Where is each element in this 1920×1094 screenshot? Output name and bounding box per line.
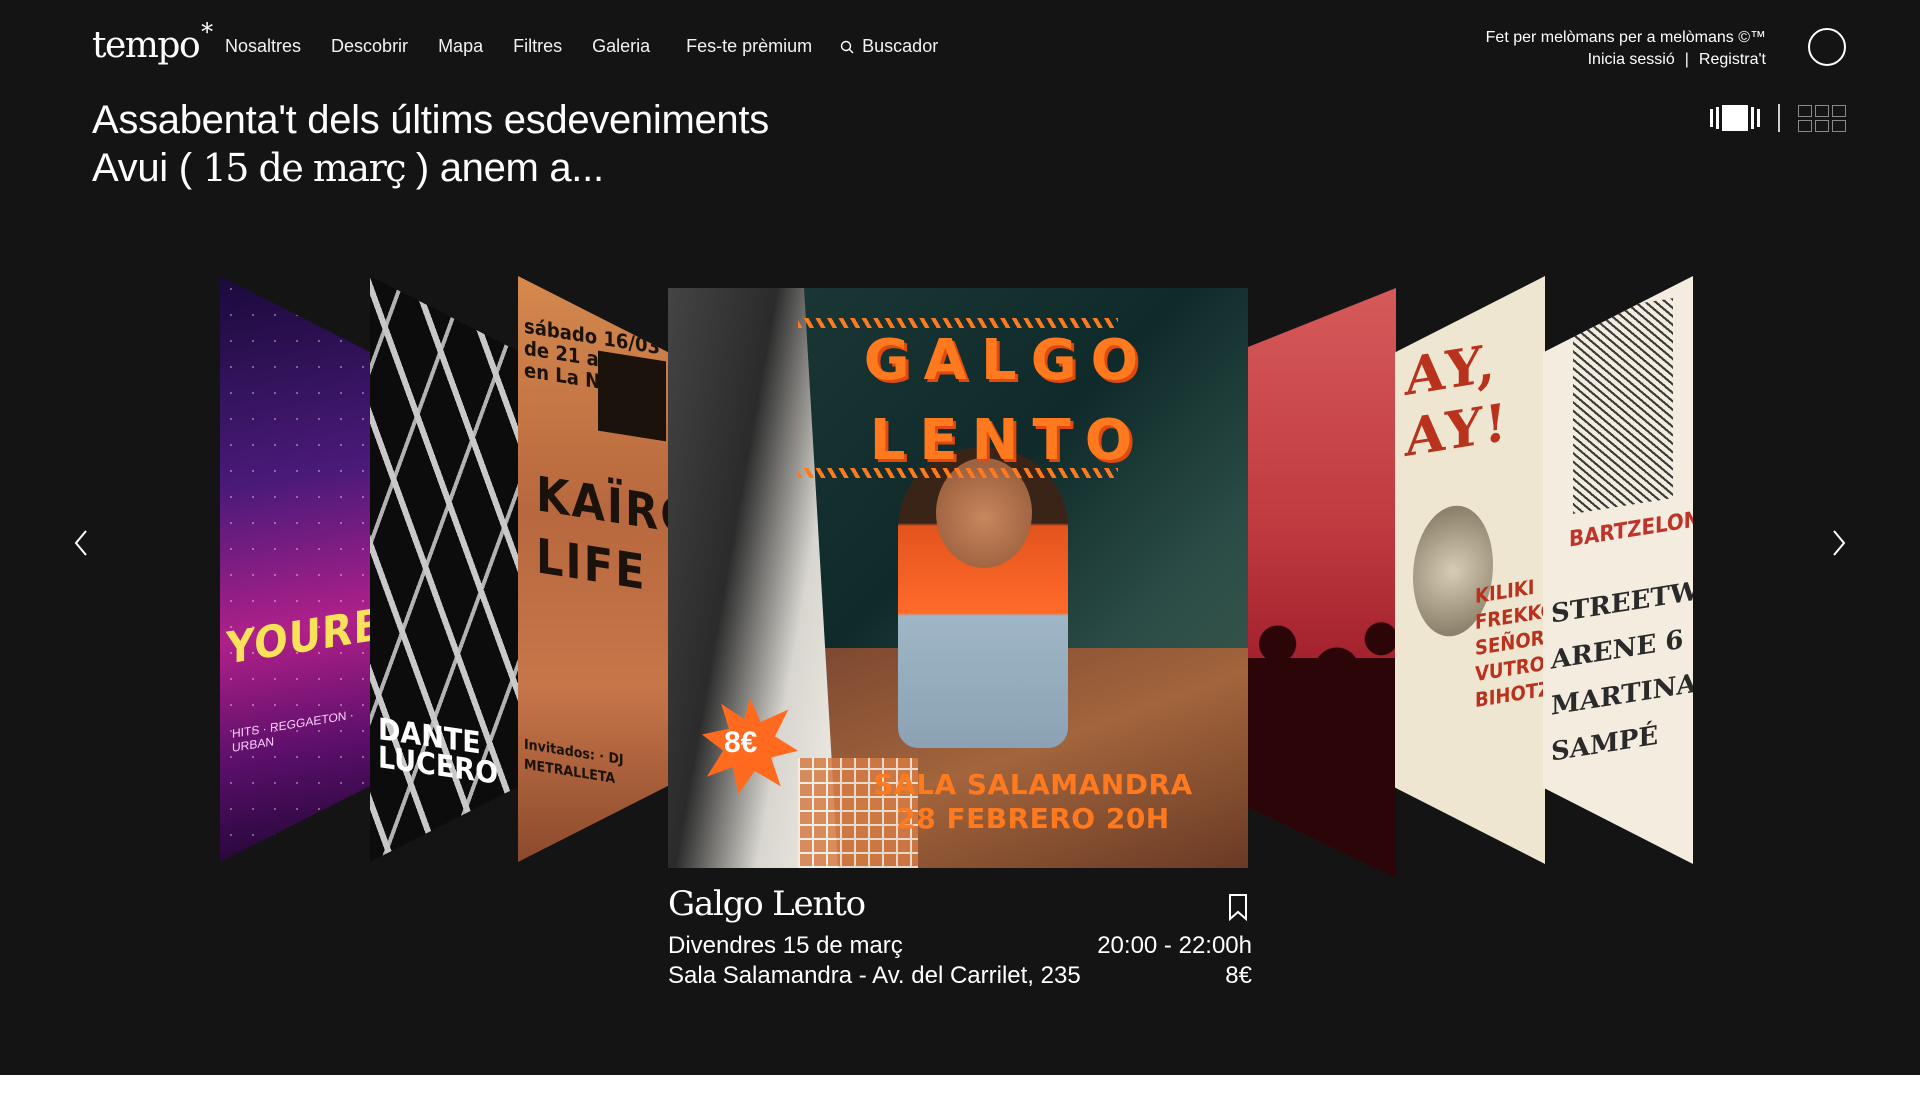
page-headline: Assabenta't dels últims esdeveniments Av… bbox=[92, 96, 769, 192]
nav-descobrir[interactable]: Descobrir bbox=[331, 36, 408, 57]
event-row-date: Divendres 15 de març 20:00 - 22:00h bbox=[668, 932, 1252, 960]
poster-zigzag-top bbox=[798, 318, 1118, 328]
header-account: Fet per melòmans per a melòmans ©™ Inici… bbox=[1486, 27, 1766, 71]
logo-mark: * bbox=[201, 18, 213, 46]
poster-ay-title: AY, AY! bbox=[1405, 332, 1509, 470]
nav-premium[interactable]: Fes-te prèmium bbox=[686, 36, 812, 57]
view-toggle bbox=[1710, 104, 1846, 132]
carousel-next-button[interactable] bbox=[1826, 525, 1850, 561]
poster-kairo-life[interactable]: sábado 16/03 de 21 a 02 h. en La Nau KAÏ… bbox=[518, 276, 668, 862]
event-date: Divendres 15 de març bbox=[668, 932, 903, 959]
logo-text: tempo bbox=[92, 25, 201, 66]
auth-links: Inicia sessió | Registra't bbox=[1486, 49, 1766, 71]
search-icon bbox=[840, 40, 854, 53]
poster-galgo-title1: GALGO bbox=[863, 328, 1153, 393]
poster-ay-ay[interactable]: AY, AY! KILIKI FREKKO SEÑORA VUTRON BIHO… bbox=[1395, 276, 1545, 864]
headline-date: 15 de març bbox=[202, 146, 407, 190]
poster-city: BARTZELONA bbox=[1569, 504, 1693, 553]
poster-barcelona-lineup: STREETWISE ARENE 6 MARTINA SAMPÉ bbox=[1551, 568, 1693, 768]
login-link[interactable]: Inicia sessió bbox=[1588, 51, 1675, 68]
logo[interactable]: tempo* bbox=[92, 18, 213, 66]
nav-filtres[interactable]: Filtres bbox=[513, 36, 562, 57]
poster-zigzag-bottom bbox=[798, 468, 1118, 478]
poster-yourban[interactable]: YOURBAN HITS · REGGAETON · URBAN bbox=[220, 276, 370, 862]
poster-crowd bbox=[1248, 618, 1396, 878]
main-nav: Nosaltres Descobrir Mapa Filtres Galeria… bbox=[225, 36, 938, 57]
poster-dante-lucero[interactable]: DANTE LUCERO bbox=[370, 276, 520, 862]
search-label: Buscador bbox=[862, 36, 939, 56]
poster-venue-date: 28 FEBRERO 20H bbox=[896, 802, 1170, 835]
headline-line1: Assabenta't dels últims esdeveniments bbox=[92, 98, 769, 142]
register-link[interactable]: Registra't bbox=[1699, 51, 1766, 68]
bottom-strip bbox=[0, 1075, 1920, 1094]
headline-line2-suffix: ) anem a... bbox=[415, 146, 604, 190]
bookmark-icon bbox=[1229, 894, 1247, 922]
poster-kairo-date: sábado 16/03 de 21 a 02 h. en La Nau bbox=[524, 313, 661, 398]
grid-view-icon[interactable] bbox=[1798, 104, 1846, 132]
headline-line2-prefix: Avui ( bbox=[92, 146, 192, 190]
bookmark-button[interactable] bbox=[1228, 893, 1248, 922]
poster-stars bbox=[220, 276, 370, 862]
poster-price-badge: 8€ bbox=[724, 726, 758, 759]
page: tempo* Nosaltres Descobrir Mapa Filtres … bbox=[0, 0, 1920, 1075]
event-row-venue: Sala Salamandra - Av. del Carrilet, 235 … bbox=[668, 962, 1252, 990]
poster-barcelona[interactable]: BARTZELONA STREETWISE ARENE 6 MARTINA SA… bbox=[1543, 276, 1693, 864]
poster-galgo-lento[interactable]: GALGO LENTO 8€ SALA SALAMANDRA 28 FEBRER… bbox=[668, 288, 1248, 868]
event-price: 8€ bbox=[1225, 962, 1252, 989]
nav-nosaltres[interactable]: Nosaltres bbox=[225, 36, 301, 57]
nav-mapa[interactable]: Mapa bbox=[438, 36, 483, 57]
view-toggle-divider bbox=[1778, 104, 1780, 132]
poster-venue-name: SALA SALAMANDRA bbox=[873, 768, 1193, 801]
tagline: Fet per melòmans per a melòmans ©™ bbox=[1485, 29, 1766, 46]
poster-galgo-title2: LENTO bbox=[869, 408, 1147, 473]
poster-ay-lineup: KILIKI FREKKO SEÑORA VUTRON BIHOTZA bbox=[1475, 574, 1545, 713]
event-venue: Sala Salamandra - Av. del Carrilet, 235 bbox=[668, 962, 1081, 989]
event-title[interactable]: Galgo Lento bbox=[668, 884, 866, 924]
poster-venue: SALA SALAMANDRA 28 FEBRERO 20H bbox=[818, 768, 1248, 836]
poster-red-crowd[interactable] bbox=[1248, 288, 1396, 878]
auth-separator: | bbox=[1684, 51, 1689, 68]
event-time: 20:00 - 22:00h bbox=[1097, 932, 1252, 959]
avatar[interactable] bbox=[1808, 28, 1846, 66]
search-button[interactable]: Buscador bbox=[840, 36, 938, 57]
poster-kairo-guests: Invitados: · DJ METRALLETA bbox=[524, 736, 624, 788]
carousel-prev-button[interactable] bbox=[70, 525, 94, 561]
nav-galeria[interactable]: Galeria bbox=[592, 36, 650, 57]
poster-illustration bbox=[1573, 298, 1673, 514]
chevron-left-icon bbox=[74, 530, 87, 556]
carousel-view-icon[interactable] bbox=[1710, 105, 1760, 131]
poster-kairo-title: KAÏRO LIFE bbox=[536, 466, 668, 602]
chevron-right-icon bbox=[1833, 530, 1846, 556]
